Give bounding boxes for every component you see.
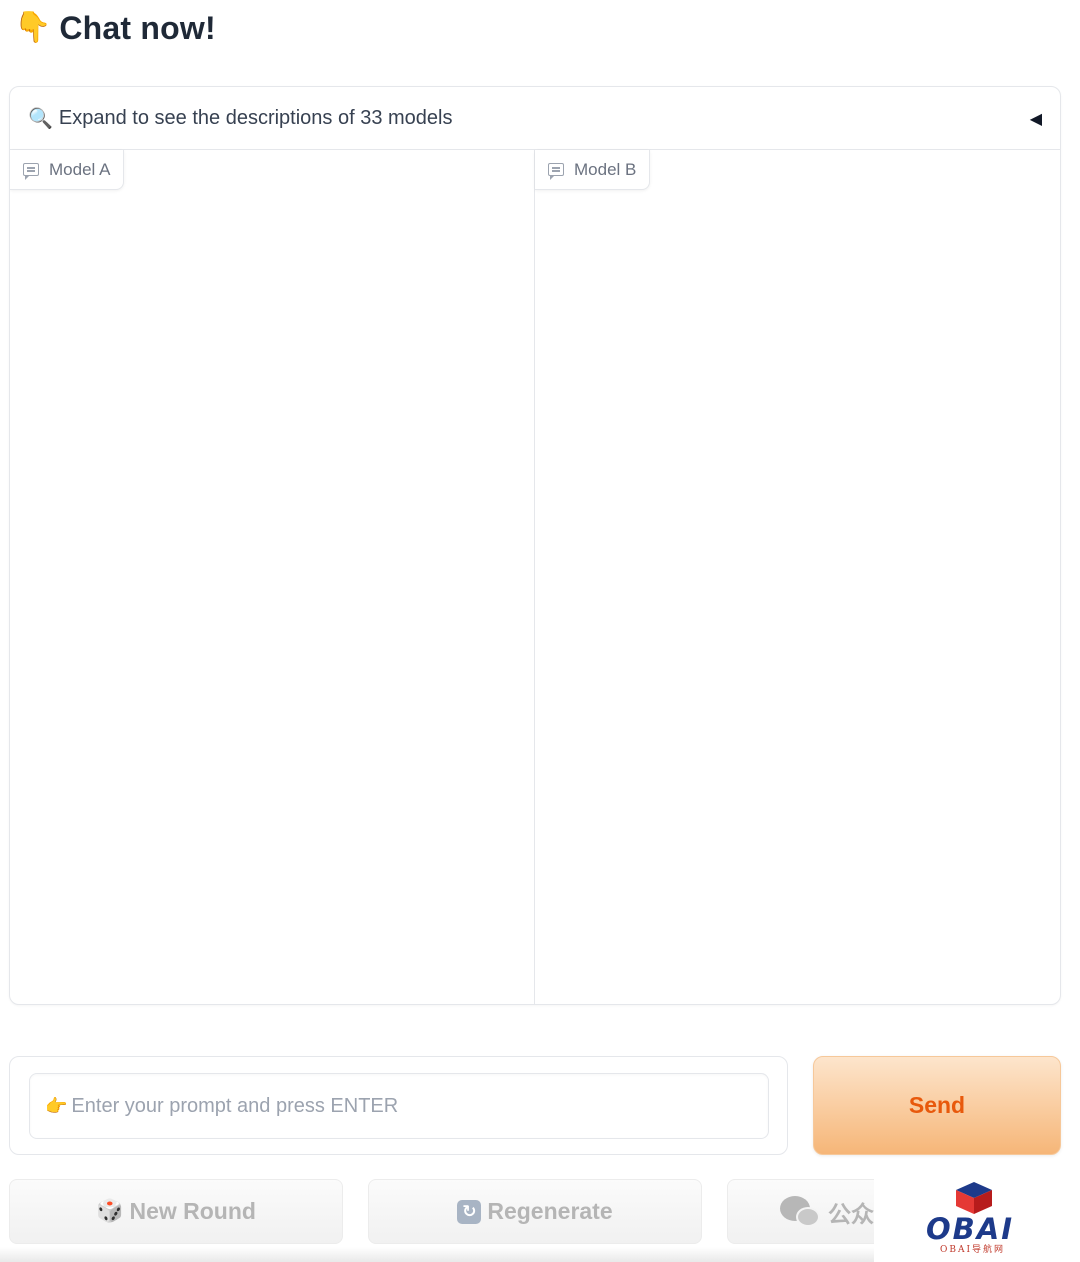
regenerate-button[interactable]: ↻ Regenerate [368,1179,702,1244]
cube-logo-icon [956,1182,992,1214]
chatbot-label-model-a: Model A [10,150,125,190]
chatbot-label-text: Model A [49,159,111,179]
obai-watermark-logo: OBAI OBAI导航网 [874,1178,1080,1262]
pointing-down-hand-icon: 👇 [14,10,52,45]
chatbot-model-a[interactable]: Model A [10,150,535,1004]
send-button[interactable]: Send [813,1056,1061,1155]
prompt-input-container: 👉 [9,1056,788,1155]
dice-icon: 🎲 [96,1199,124,1224]
collapse-caret-icon[interactable]: ◀ [1030,109,1042,128]
models-description-accordion[interactable]: 🔍 Expand to see the descriptions of 33 m… [10,87,1060,150]
page-title-text: Chat now! [59,9,216,46]
magnifier-icon: 🔍 [28,106,53,130]
pointing-right-hand-icon: 👉 [45,1095,68,1117]
refresh-icon: ↻ [457,1199,482,1224]
accordion-label: Expand to see the descriptions of 33 mod… [58,106,453,129]
chat-bubble-icon [548,163,564,180]
page-title: 👇 Chat now! [14,6,216,50]
chatbot-label-text: Model B [574,159,637,179]
new-round-button[interactable]: 🎲 New Round [9,1179,343,1244]
prompt-field[interactable]: 👉 [29,1073,769,1139]
watermark-brand: OBAI [926,1212,1014,1246]
regenerate-label: Regenerate [487,1198,613,1224]
prompt-input[interactable] [71,1094,732,1118]
new-round-label: New Round [129,1198,256,1224]
share-button-label: 公众 [828,1200,874,1227]
watermark-subtitle: OBAI导航网 [940,1245,1006,1255]
chatbot-model-b[interactable]: Model B [535,150,1060,1004]
arena-panel: 🔍 Expand to see the descriptions of 33 m… [9,86,1061,1005]
chatbot-columns: Model A Model B [10,150,1060,1004]
chat-bubble-icon [23,163,39,180]
chatbot-label-model-b: Model B [535,150,651,190]
wechat-icon [780,1195,822,1228]
